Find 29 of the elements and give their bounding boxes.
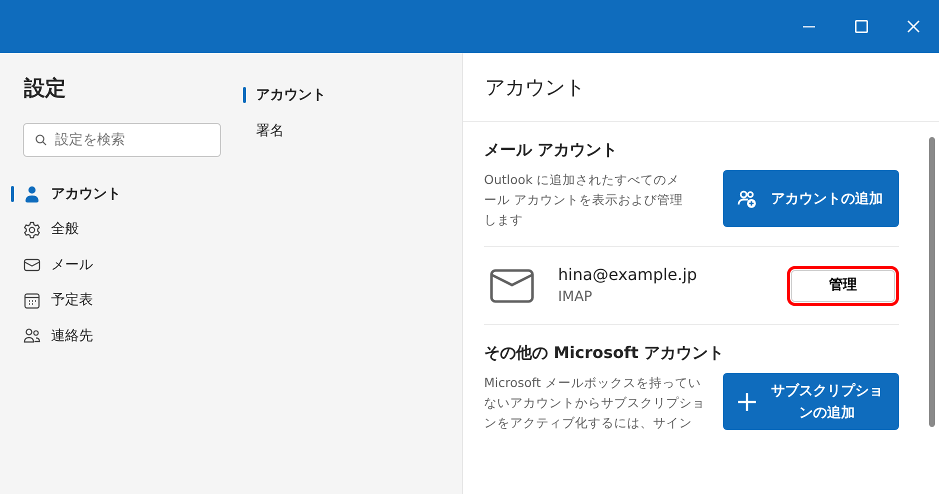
pane-title: アカウント: [463, 53, 939, 122]
subnav-item[interactable]: 署名: [243, 113, 462, 149]
nav-item[interactable]: アカウント: [0, 176, 221, 212]
section-heading: その他の Microsoft アカウント: [484, 342, 726, 364]
nav-item[interactable]: 連絡先: [0, 318, 221, 354]
close-icon: [906, 20, 920, 33]
calendar-icon: [23, 292, 41, 310]
account-email: hina@example.jp: [558, 264, 698, 286]
section-description: Microsoft メールボックスを持っていないアカウントからサブスクリプションをアクティブ化するには、サイン: [484, 374, 706, 432]
plus-icon: [737, 392, 757, 412]
subnav-item[interactable]: アカウント: [243, 77, 462, 113]
mail-icon: [490, 268, 534, 302]
settings-icon: [23, 220, 41, 239]
account-type: IMAP: [558, 288, 594, 307]
person-icon: [23, 185, 41, 204]
section-description: Outlook に追加されたすべてのメール アカウントを表示および管理します: [484, 171, 684, 229]
nav-item[interactable]: 予定表: [0, 283, 221, 318]
people-add-icon: [737, 188, 757, 208]
settings-title: 設定: [24, 75, 67, 102]
minimize-icon: [803, 26, 815, 28]
scrollbar[interactable]: [929, 137, 935, 427]
nav-item[interactable]: 全般: [0, 212, 221, 248]
people-icon: [23, 327, 41, 346]
maximize-icon: [854, 20, 868, 33]
section-heading: メール アカウント: [484, 139, 619, 161]
search-field[interactable]: 設定を検索: [23, 122, 221, 156]
add-button[interactable]: アカウントの追加: [723, 170, 899, 227]
add-button[interactable]: サブスクリプションの追加: [723, 373, 899, 430]
nav-item[interactable]: メール: [0, 248, 221, 283]
